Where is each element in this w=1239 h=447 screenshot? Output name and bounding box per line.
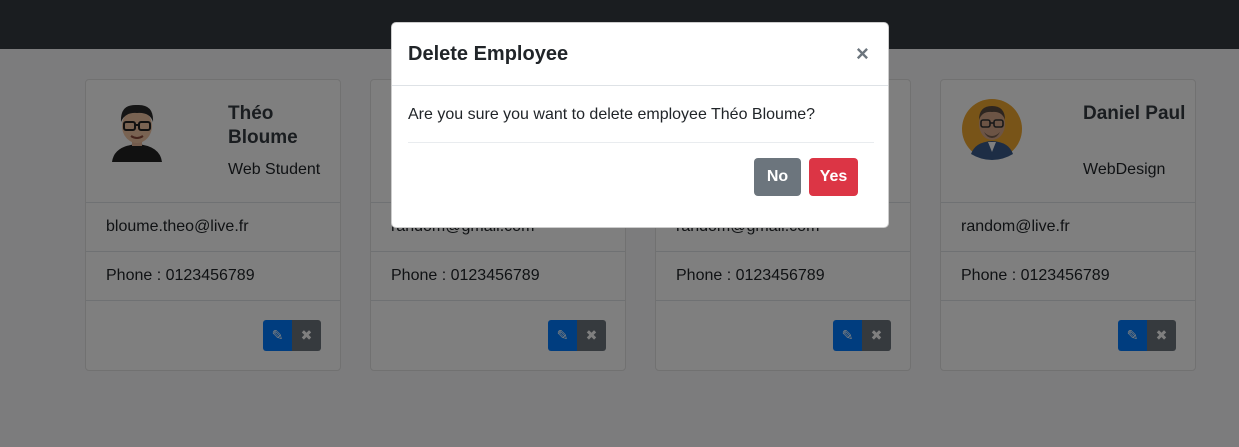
- delete-employee-modal: Delete Employee × Are you sure you want …: [391, 22, 889, 228]
- divider: [408, 142, 874, 143]
- modal-header: Delete Employee ×: [392, 23, 888, 86]
- modal-body: Are you sure you want to delete employee…: [392, 86, 888, 166]
- close-icon[interactable]: ×: [856, 41, 869, 67]
- no-button[interactable]: No: [754, 158, 801, 196]
- yes-button[interactable]: Yes: [809, 158, 858, 196]
- modal-title: Delete Employee: [408, 43, 569, 65]
- modal-message: Are you sure you want to delete employee…: [408, 106, 816, 123]
